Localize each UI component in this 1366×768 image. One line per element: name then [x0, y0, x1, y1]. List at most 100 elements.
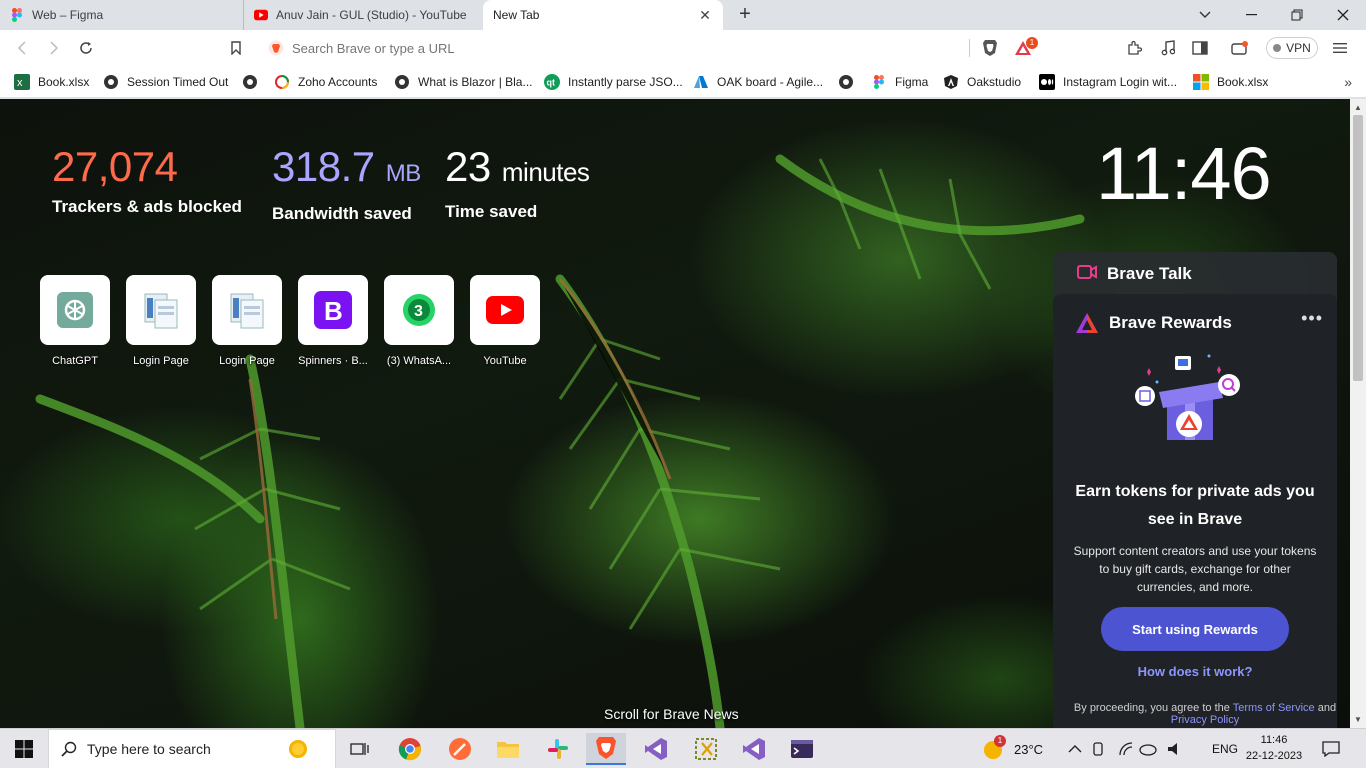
back-button[interactable]	[10, 36, 34, 60]
reload-button[interactable]	[74, 36, 98, 60]
restore-button[interactable]	[1274, 0, 1320, 30]
taskbar-app[interactable]	[686, 733, 726, 765]
brave-rewards-button[interactable]: 1	[1012, 36, 1038, 60]
minimize-button[interactable]	[1228, 0, 1274, 30]
bookmark-item[interactable]: Instagram Login wit...	[1039, 72, 1177, 92]
music-note-icon	[1161, 40, 1175, 56]
how-it-works-link[interactable]: How does it work?	[1073, 664, 1317, 679]
top-site-tile[interactable]: Login Page	[212, 275, 282, 367]
taskbar-app[interactable]	[440, 733, 480, 765]
start-button[interactable]	[0, 729, 48, 768]
vpn-button[interactable]: VPN	[1266, 37, 1318, 59]
taskbar-app-active[interactable]	[586, 733, 626, 765]
taskbar-app[interactable]	[636, 733, 676, 765]
scrollbar-thumb[interactable]	[1353, 115, 1363, 381]
bookmark-item[interactable]: OAK board - Agile...	[693, 72, 823, 92]
windows-logo-icon	[15, 740, 33, 758]
taskbar-app[interactable]	[390, 733, 430, 765]
chevron-up-icon	[1068, 745, 1082, 753]
brave-shield-icon	[983, 40, 997, 56]
toolbar: 1 VPN	[0, 30, 1366, 66]
scroll-down-arrow-icon[interactable]: ▼	[1354, 715, 1362, 724]
search-icon	[61, 741, 77, 757]
bookmark-item[interactable]	[242, 72, 266, 92]
bootstrap-icon: B	[314, 291, 352, 329]
close-window-button[interactable]	[1320, 0, 1366, 30]
bookmark-label: Instantly parse JSO...	[568, 75, 683, 89]
network-volume-tray-icon	[1093, 742, 1177, 756]
show-hidden-icons-button[interactable]	[1068, 729, 1082, 768]
video-camera-icon	[1077, 265, 1097, 279]
bookmark-button[interactable]	[224, 36, 248, 60]
new-tab-page: 27,074 Trackers & ads blocked 318.7 MB B…	[0, 99, 1350, 728]
omnibox-divider	[969, 39, 970, 57]
menu-button[interactable]	[1328, 36, 1352, 60]
top-site-tile[interactable]: 3 (3) WhatsA...	[384, 275, 454, 367]
notifications-button[interactable]	[1322, 729, 1340, 768]
bookmark-item[interactable]: Oakstudio	[943, 72, 1021, 92]
puzzle-icon	[1128, 40, 1142, 55]
bookmark-item[interactable]: Session Timed Out	[103, 72, 228, 92]
top-site-tile[interactable]: ChatGPT	[40, 275, 110, 367]
weather-temp: 23°C	[1014, 741, 1044, 757]
bookmark-item[interactable]: Figma	[871, 72, 928, 92]
tab-figma[interactable]: Web – Figma	[0, 0, 242, 30]
close-icon	[1337, 9, 1349, 21]
brave-shields-button[interactable]	[978, 36, 1002, 60]
tab-youtube[interactable]: Anuv Jain - GUL (Studio) - YouTube	[243, 0, 483, 30]
privacy-policy-link[interactable]: Privacy Policy	[1171, 714, 1239, 726]
address-input[interactable]	[292, 40, 952, 56]
more-bookmarks-button[interactable]: »	[1344, 74, 1352, 90]
scroll-up-arrow-icon[interactable]: ▲	[1354, 103, 1362, 112]
top-site-name: ChatGPT	[52, 355, 98, 367]
taskbar-app[interactable]	[782, 733, 822, 765]
svg-text:3: 3	[414, 303, 423, 320]
bookmark-item[interactable]: Book.xlsx	[1193, 72, 1268, 92]
forward-button[interactable]	[42, 36, 66, 60]
media-button[interactable]	[1156, 36, 1180, 60]
tab-new-tab[interactable]: New Tab ✕	[483, 0, 723, 30]
system-clock[interactable]: 11:46 22-12-2023	[1244, 732, 1304, 764]
scroll-for-news-link[interactable]: Scroll for Brave News	[604, 706, 739, 722]
taskbar-app[interactable]	[488, 733, 528, 765]
taskbar-search[interactable]: Type here to search	[48, 729, 336, 768]
top-site-tile[interactable]: Login Page	[126, 275, 196, 367]
start-rewards-button[interactable]: Start using Rewards	[1101, 607, 1289, 651]
bookmark-item[interactable]: x Book.xlsx	[14, 72, 89, 92]
new-tab-button[interactable]: +	[734, 4, 756, 26]
tray-icons[interactable]	[1092, 729, 1182, 768]
weather-widget[interactable]: 1 23°C	[982, 729, 1043, 768]
bookmark-label: Book.xlsx	[38, 75, 90, 89]
time-saved-stat: 23 minutes Time saved	[445, 143, 590, 222]
office-icon	[1193, 74, 1209, 90]
extensions-button[interactable]	[1122, 36, 1146, 60]
brave-rewards-title: Brave Rewards	[1109, 313, 1232, 332]
close-tab-icon[interactable]: ✕	[697, 7, 713, 23]
bookmark-item[interactable]: qt Instantly parse JSO...	[544, 72, 683, 92]
top-site-tile[interactable]: B Spinners · B...	[298, 275, 368, 367]
language-indicator[interactable]: ENG	[1212, 729, 1238, 768]
more-options-icon[interactable]: •••	[1301, 308, 1323, 329]
svg-text:qt: qt	[547, 78, 556, 88]
bookmark-item[interactable]: What is Blazor | Bla...	[394, 72, 533, 92]
bookmark-item[interactable]	[838, 72, 862, 92]
top-site-tile[interactable]: YouTube	[470, 275, 540, 367]
medium-icon	[1039, 74, 1055, 90]
bookmark-item[interactable]: Zoho Accounts	[274, 72, 377, 92]
windows-taskbar: Type here to search 1 23°C ENG 11:46 22-…	[0, 728, 1366, 768]
address-bar[interactable]	[258, 34, 1042, 62]
taskbar-app[interactable]	[734, 733, 774, 765]
system-date: 22-12-2023	[1245, 750, 1303, 762]
chevron-down-icon	[1199, 11, 1211, 18]
top-site-name: Login Page	[133, 355, 189, 367]
sidebar-button[interactable]	[1188, 36, 1212, 60]
brave-news-button[interactable]	[1228, 36, 1252, 60]
terms-of-service-link[interactable]: Terms of Service	[1233, 702, 1315, 714]
rewards-triangle-icon	[1076, 313, 1098, 333]
tab-search-button[interactable]	[1182, 0, 1228, 30]
taskbar-app[interactable]	[538, 733, 578, 765]
page-scrollbar[interactable]: ▲ ▼	[1350, 99, 1366, 728]
bookmark-label: Instagram Login wit...	[1063, 75, 1178, 89]
task-view-button[interactable]	[340, 733, 380, 765]
page-icon	[144, 293, 178, 329]
